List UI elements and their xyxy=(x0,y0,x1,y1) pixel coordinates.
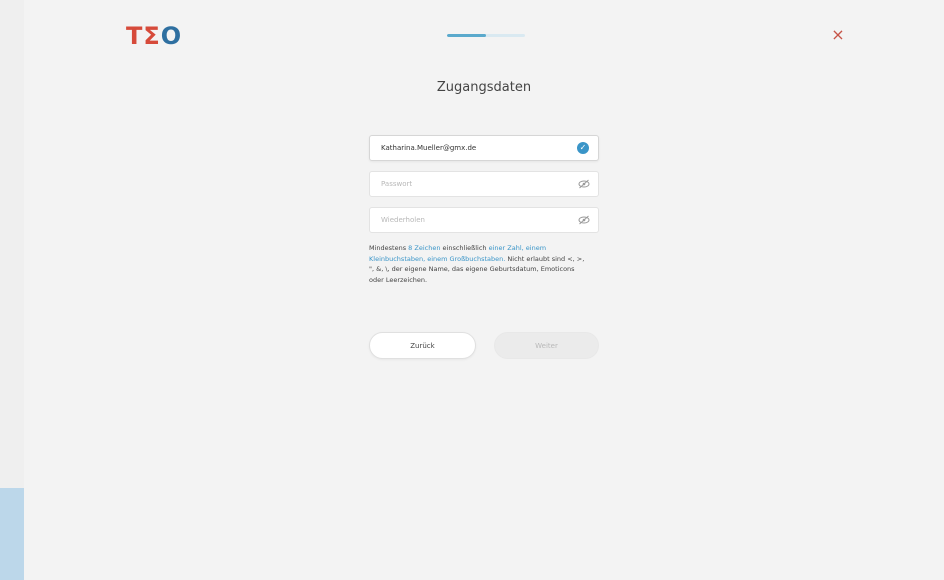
repeat-password-field[interactable] xyxy=(370,208,581,232)
email-field[interactable] xyxy=(370,136,581,160)
eye-slash-icon[interactable] xyxy=(578,215,590,225)
close-icon[interactable]: × xyxy=(828,25,848,45)
password-requirements-hint: Mindestens 8 Zeichen einschließlich eine… xyxy=(369,243,589,285)
logo-letter-t: T xyxy=(126,22,144,50)
form-buttons: Zurück Weiter xyxy=(369,332,601,360)
registration-page: T Σ O × Zugangsdaten ✓ xyxy=(0,0,944,580)
logo-letter-o: O xyxy=(160,22,183,50)
credentials-form: ✓ Mindestens 8 Zeichen einschließlich ei… xyxy=(369,135,601,285)
check-icon: ✓ xyxy=(577,142,589,154)
hint-highlight-length: 8 Zeichen xyxy=(408,244,441,252)
hint-text: einschließlich xyxy=(440,244,489,252)
header: T Σ O × xyxy=(24,0,944,70)
repeat-password-field-wrapper xyxy=(369,207,599,233)
password-field-wrapper xyxy=(369,171,599,197)
email-field-wrapper: ✓ xyxy=(369,135,599,161)
left-strip-accent xyxy=(0,488,24,580)
page-title: Zugangsdaten xyxy=(436,80,532,95)
step-progress-fill xyxy=(447,34,486,37)
back-button[interactable]: Zurück xyxy=(369,332,476,359)
logo: T Σ O xyxy=(126,22,182,50)
eye-slash-icon[interactable] xyxy=(578,179,590,189)
hint-text: Mindestens xyxy=(369,244,409,252)
step-progress-bar xyxy=(447,34,525,37)
next-button[interactable]: Weiter xyxy=(494,332,599,359)
password-field[interactable] xyxy=(370,172,581,196)
logo-letter-sigma: Σ xyxy=(143,22,161,50)
